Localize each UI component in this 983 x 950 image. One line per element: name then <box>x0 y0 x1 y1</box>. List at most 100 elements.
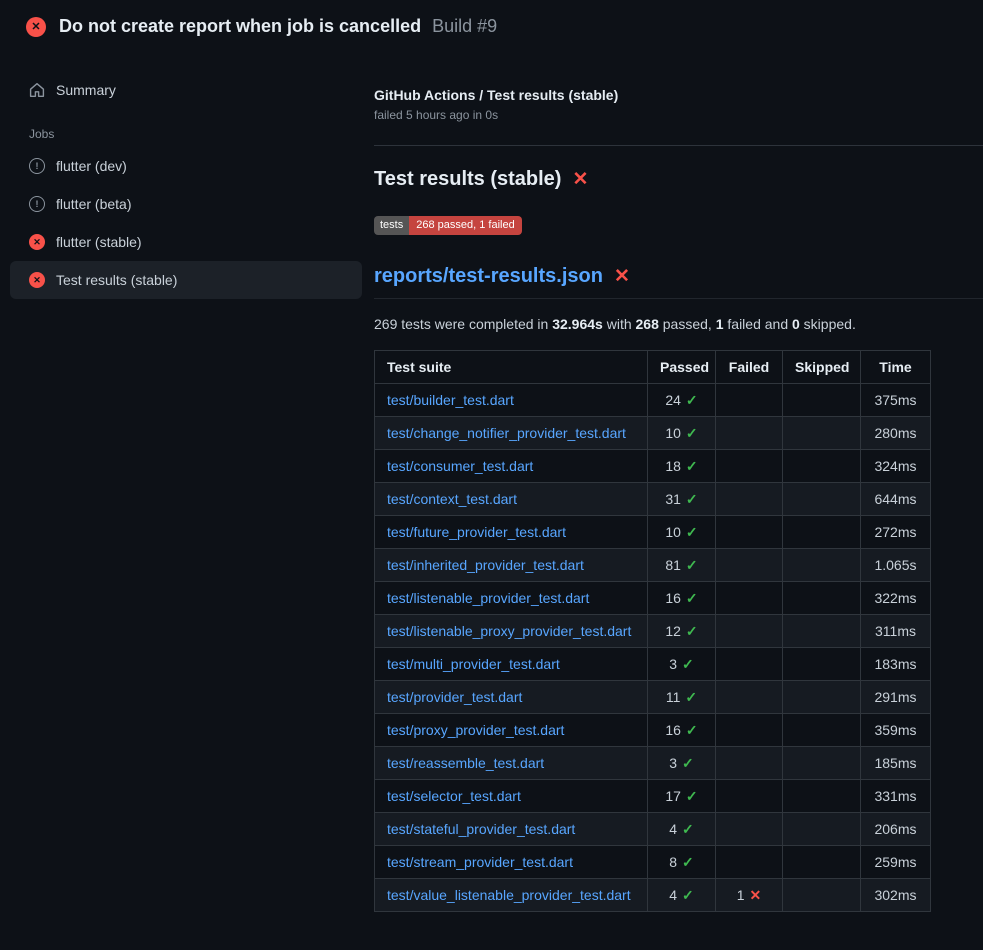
sidebar-item-summary[interactable]: Summary <box>10 71 362 109</box>
page-title: Do not create report when job is cancell… <box>59 16 497 37</box>
table-row: test/inherited_provider_test.dart81✓1.06… <box>375 549 931 582</box>
table-row: test/builder_test.dart24✓375ms <box>375 384 931 417</box>
skipped-cell <box>783 417 861 450</box>
time-cell: 185ms <box>861 747 931 780</box>
skipped-cell <box>783 714 861 747</box>
section-title: Test results (stable) ✕ <box>374 168 983 191</box>
skipped-cell <box>783 813 861 846</box>
test-suite-link[interactable]: test/future_provider_test.dart <box>387 524 566 540</box>
test-suite-cell: test/reassemble_test.dart <box>375 747 648 780</box>
skipped-cell <box>783 516 861 549</box>
alert-circle-icon: ! <box>29 158 45 174</box>
sidebar-item-label: flutter (dev) <box>56 158 127 174</box>
check-icon: ✓ <box>682 887 694 903</box>
time-cell: 331ms <box>861 780 931 813</box>
badge-value: 268 passed, 1 failed <box>409 216 521 235</box>
failed-x-icon: ✕ <box>572 168 588 191</box>
failed-cell <box>716 747 783 780</box>
tests-summary-line: 269 tests were completed in 32.964s with… <box>374 316 983 332</box>
failed-cell <box>716 450 783 483</box>
skipped-cell <box>783 846 861 879</box>
sidebar-item-test-results-stable[interactable]: ✕Test results (stable) <box>10 261 362 299</box>
tests-badge: tests 268 passed, 1 failed <box>374 216 522 235</box>
failed-cell <box>716 384 783 417</box>
passed-cell: 10✓ <box>648 417 716 450</box>
job-status-line: failed 5 hours ago in 0s <box>374 108 983 122</box>
test-suite-link[interactable]: test/proxy_provider_test.dart <box>387 722 564 738</box>
test-suite-cell: test/inherited_provider_test.dart <box>375 549 648 582</box>
test-suite-link[interactable]: test/builder_test.dart <box>387 392 514 408</box>
test-suite-link[interactable]: test/value_listenable_provider_test.dart <box>387 887 631 903</box>
test-suite-link[interactable]: test/reassemble_test.dart <box>387 755 544 771</box>
skipped-cell <box>783 549 861 582</box>
check-icon: ✓ <box>686 788 698 804</box>
failed-cell <box>716 417 783 450</box>
test-suite-link[interactable]: test/stateful_provider_test.dart <box>387 821 575 837</box>
count-value: 81 <box>665 557 681 573</box>
count-value: 12 <box>665 623 681 639</box>
failed-x-icon: ✕ <box>614 265 630 288</box>
count-value: 16 <box>665 590 681 606</box>
run-title: Do not create report when job is cancell… <box>59 16 421 36</box>
home-icon <box>29 82 45 98</box>
summary-stat: 0 <box>792 316 800 332</box>
count-value: 17 <box>665 788 681 804</box>
column-header-passed: Passed <box>648 351 716 384</box>
job-detail-pane: GitHub Actions / Test results (stable) f… <box>374 51 983 912</box>
check-icon: ✓ <box>686 491 698 507</box>
test-suite-link[interactable]: test/inherited_provider_test.dart <box>387 557 584 573</box>
time-cell: 280ms <box>861 417 931 450</box>
passed-cell: 24✓ <box>648 384 716 417</box>
column-header-failed: Failed <box>716 351 783 384</box>
table-header-row: Test suite Passed Failed Skipped Time <box>375 351 931 384</box>
time-cell: 291ms <box>861 681 931 714</box>
table-row: test/proxy_provider_test.dart16✓359ms <box>375 714 931 747</box>
test-suite-cell: test/stateful_provider_test.dart <box>375 813 648 846</box>
count-value: 8 <box>669 854 677 870</box>
test-suite-cell: test/change_notifier_provider_test.dart <box>375 417 648 450</box>
sidebar-item-flutter-stable[interactable]: ✕flutter (stable) <box>10 223 362 261</box>
time-cell: 322ms <box>861 582 931 615</box>
count-value: 3 <box>669 755 677 771</box>
report-file-link[interactable]: reports/test-results.json <box>374 265 603 288</box>
test-suite-link[interactable]: test/listenable_proxy_provider_test.dart <box>387 623 631 639</box>
passed-cell: 8✓ <box>648 846 716 879</box>
count-value: 1 <box>737 887 745 903</box>
summary-stat: 268 <box>636 316 659 332</box>
test-suite-link[interactable]: test/provider_test.dart <box>387 689 522 705</box>
failed-status-icon: ✕ <box>26 17 46 37</box>
test-suite-link[interactable]: test/consumer_test.dart <box>387 458 533 474</box>
sidebar-item-flutter-beta[interactable]: !flutter (beta) <box>10 185 362 223</box>
skipped-cell <box>783 681 861 714</box>
check-icon: ✓ <box>686 458 698 474</box>
failed-cell <box>716 714 783 747</box>
count-value: 10 <box>665 425 681 441</box>
skipped-cell <box>783 747 861 780</box>
summary-text: skipped. <box>800 316 856 332</box>
test-suite-cell: test/consumer_test.dart <box>375 450 648 483</box>
test-suite-link[interactable]: test/multi_provider_test.dart <box>387 656 560 672</box>
passed-cell: 17 ✓ <box>648 780 716 813</box>
skipped-cell <box>783 582 861 615</box>
check-icon: ✓ <box>686 590 698 606</box>
count-value: 10 <box>665 524 681 540</box>
sidebar-item-label: flutter (stable) <box>56 234 142 250</box>
test-suite-link[interactable]: test/listenable_provider_test.dart <box>387 590 589 606</box>
test-suite-cell: test/builder_test.dart <box>375 384 648 417</box>
check-icon: ✓ <box>682 854 694 870</box>
test-suite-link[interactable]: test/change_notifier_provider_test.dart <box>387 425 626 441</box>
skipped-cell <box>783 879 861 912</box>
count-value: 3 <box>669 656 677 672</box>
test-suite-link[interactable]: test/selector_test.dart <box>387 788 521 804</box>
failed-cell <box>716 615 783 648</box>
check-icon: ✓ <box>686 722 698 738</box>
count-value: 31 <box>665 491 681 507</box>
skipped-cell <box>783 450 861 483</box>
breadcrumb: GitHub Actions / Test results (stable) <box>374 87 983 103</box>
test-suite-cell: test/multi_provider_test.dart <box>375 648 648 681</box>
test-suite-link[interactable]: test/context_test.dart <box>387 491 517 507</box>
count-value: 11 <box>666 689 681 705</box>
sidebar-item-flutter-dev[interactable]: ! flutter (dev) <box>10 147 362 185</box>
failed-cell <box>716 648 783 681</box>
test-suite-link[interactable]: test/stream_provider_test.dart <box>387 854 573 870</box>
